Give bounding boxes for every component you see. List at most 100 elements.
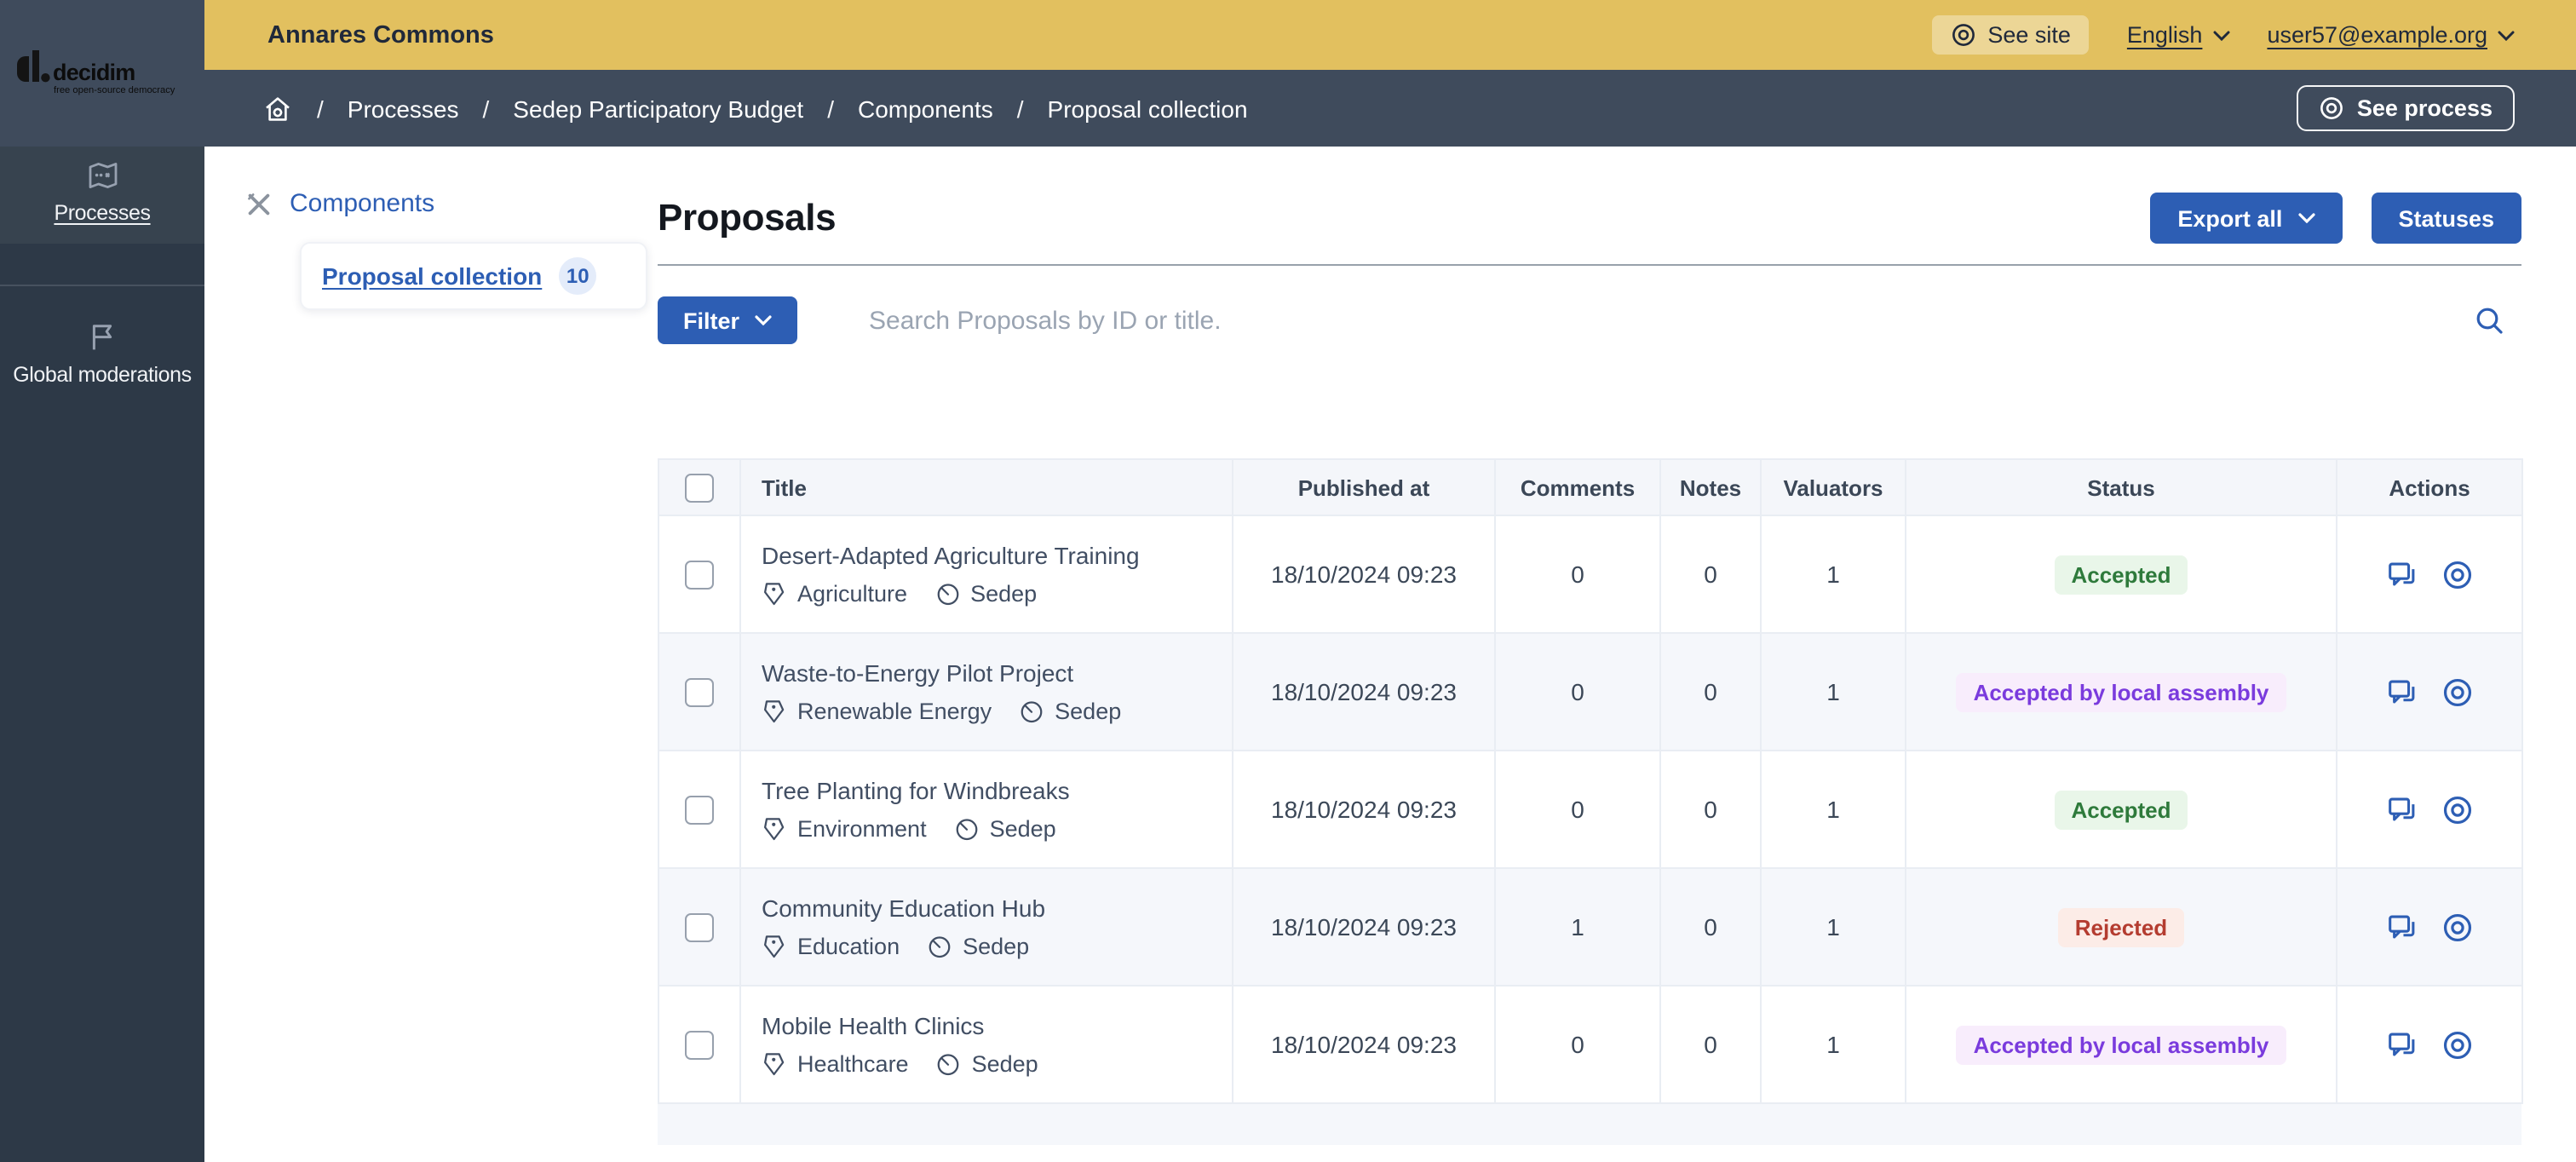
preview-proposal-button[interactable] (2441, 1028, 2474, 1061)
answer-proposal-button[interactable] (2385, 911, 2418, 943)
valuators-count: 1 (1761, 986, 1906, 1103)
published-at-cell: 18/10/2024 09:23 (1233, 868, 1495, 986)
page-title: Proposals (658, 196, 836, 240)
status-badge: Accepted by local assembly (1957, 1025, 2286, 1064)
breadcrumb-separator: / (827, 95, 834, 122)
filter-row: Filter (658, 296, 2521, 344)
preview-proposal-button[interactable] (2441, 558, 2474, 590)
components-panel-header[interactable]: Components (245, 189, 658, 218)
proposal-title-link[interactable]: Mobile Health Clinics (762, 1012, 1218, 1039)
svg-text:decidim: decidim (53, 60, 135, 85)
status-badge: Accepted (2054, 555, 2188, 594)
breadcrumb-link-process[interactable]: Sedep Participatory Budget (513, 95, 803, 122)
scope-icon (934, 581, 960, 607)
row-checkbox[interactable] (685, 561, 714, 590)
proposal-tags: Agriculture Sedep (762, 581, 1218, 607)
proposal-title-link[interactable]: Desert-Adapted Agriculture Training (762, 542, 1218, 569)
header-divider (658, 264, 2521, 266)
column-header-comments: Comments (1495, 459, 1660, 515)
see-process-button[interactable]: See process (2297, 85, 2515, 131)
language-selector[interactable]: English (2127, 22, 2230, 48)
sidebar-item-processes[interactable]: Processes (0, 147, 204, 244)
search-icon[interactable] (2474, 305, 2504, 336)
see-site-button[interactable]: See site (1931, 15, 2090, 55)
column-header-valuators: Valuators (1761, 459, 1906, 515)
sidebar-item-global-moderations[interactable]: Global moderations (0, 320, 204, 387)
component-item-label[interactable]: Proposal collection (322, 262, 542, 290)
statuses-button[interactable]: Statuses (2371, 193, 2521, 244)
components-panel: Components Proposal collection 10 (204, 147, 658, 1162)
eye-icon (2441, 1028, 2474, 1061)
table-row: Tree Planting for Windbreaks Environment… (658, 751, 2522, 868)
scope-icon (1019, 699, 1044, 724)
scope-icon (936, 1051, 962, 1077)
table-row: Community Education Hub Education Sedep (658, 868, 2522, 986)
proposal-tags: Healthcare Sedep (762, 1051, 1218, 1077)
published-at-cell: 18/10/2024 09:23 (1233, 633, 1495, 751)
proposals-table-body: Desert-Adapted Agriculture Training Agri… (658, 515, 2522, 1103)
main-content: Proposals Export all Statuses (658, 147, 2576, 1162)
export-all-button[interactable]: Export all (2150, 193, 2342, 244)
home-icon[interactable] (262, 93, 293, 124)
category-label: Agriculture (797, 581, 907, 607)
chevron-down-icon (2297, 213, 2314, 223)
preview-proposal-button[interactable] (2441, 793, 2474, 825)
row-checkbox[interactable] (685, 678, 714, 707)
proposal-title-link[interactable]: Tree Planting for Windbreaks (762, 777, 1218, 804)
category-label: Healthcare (797, 1051, 909, 1077)
filter-button[interactable]: Filter (658, 296, 797, 344)
answer-proposal-button[interactable] (2385, 793, 2418, 825)
sidebar-divider (0, 285, 204, 286)
answer-icon (2385, 793, 2418, 825)
breadcrumb-link-processes[interactable]: Processes (348, 95, 459, 122)
components-panel-title: Components (290, 189, 434, 218)
answer-proposal-button[interactable] (2385, 558, 2418, 590)
component-item-proposal-collection[interactable]: Proposal collection 10 (300, 242, 647, 310)
breadcrumb: / Processes / Sedep Participatory Budget… (204, 70, 2576, 147)
category-label: Education (797, 934, 900, 959)
tag-icon (762, 934, 787, 959)
column-header-status: Status (1906, 459, 2337, 515)
breadcrumb-link-proposal-collection[interactable]: Proposal collection (1048, 95, 1248, 122)
export-all-label: Export all (2177, 205, 2282, 231)
notes-count: 0 (1660, 515, 1761, 633)
preview-proposal-button[interactable] (2441, 676, 2474, 708)
answer-icon (2385, 676, 2418, 708)
decidim-logo[interactable]: decidim free open-source democracy (0, 0, 204, 147)
app-viewport: decidim free open-source democracy Proce (0, 0, 2576, 1162)
eye-icon (2441, 558, 2474, 590)
admin-sidebar: decidim free open-source democracy Proce (0, 0, 204, 1162)
status-badge: Accepted by local assembly (1957, 672, 2286, 711)
notes-count: 0 (1660, 751, 1761, 868)
table-footer-strip (658, 1104, 2521, 1145)
sidebar-nav: Processes Global moderations (0, 147, 204, 387)
published-at-cell: 18/10/2024 09:23 (1233, 986, 1495, 1103)
answer-proposal-button[interactable] (2385, 676, 2418, 708)
component-count-badge: 10 (559, 257, 596, 295)
answer-proposal-button[interactable] (2385, 1028, 2418, 1061)
breadcrumb-separator: / (1017, 95, 1024, 122)
scope-label: Sedep (963, 934, 1029, 959)
user-menu[interactable]: user57@example.org (2267, 22, 2515, 48)
row-checkbox[interactable] (685, 913, 714, 942)
category-label: Renewable Energy (797, 699, 992, 724)
filter-label: Filter (683, 308, 739, 333)
row-checkbox[interactable] (685, 1031, 714, 1060)
sidebar-item-label: Global moderations (13, 363, 192, 387)
proposal-title-link[interactable]: Community Education Hub (762, 895, 1218, 922)
eye-icon (1950, 22, 1975, 48)
select-all-checkbox[interactable] (685, 473, 714, 502)
proposal-title-link[interactable]: Waste-to-Energy Pilot Project (762, 659, 1218, 687)
notes-count: 0 (1660, 986, 1761, 1103)
preview-proposal-button[interactable] (2441, 911, 2474, 943)
breadcrumb-link-components[interactable]: Components (858, 95, 993, 122)
row-checkbox[interactable] (685, 796, 714, 825)
chevron-down-icon (2212, 30, 2229, 40)
published-at-cell: 18/10/2024 09:23 (1233, 515, 1495, 633)
column-header-actions: Actions (2337, 459, 2522, 515)
scope-label: Sedep (972, 1051, 1038, 1077)
search-input[interactable] (865, 304, 2460, 337)
table-row: Desert-Adapted Agriculture Training Agri… (658, 515, 2522, 633)
column-header-published-at: Published at (1233, 459, 1495, 515)
flag-icon (85, 320, 119, 354)
